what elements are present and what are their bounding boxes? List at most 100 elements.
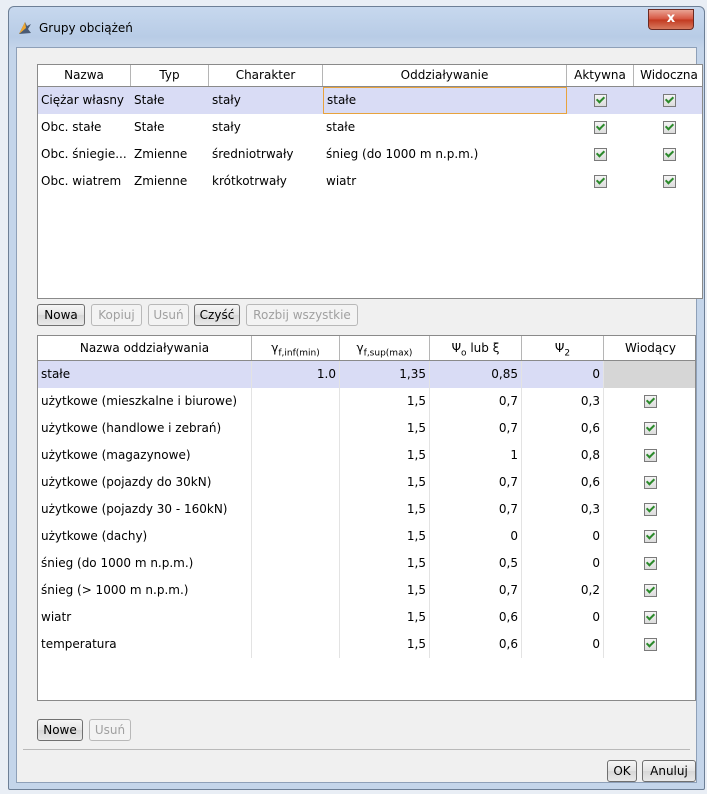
action-row[interactable]: wiatr 1,5 0,6 0 <box>38 604 695 631</box>
gamma-min-cell[interactable] <box>252 550 340 577</box>
gamma-min-cell[interactable] <box>252 442 340 469</box>
gamma-min-cell[interactable] <box>252 469 340 496</box>
lead-checkbox[interactable] <box>644 611 657 624</box>
action-name-cell[interactable]: użytkowe (pojazdy do 30kN) <box>38 469 252 496</box>
anuluj-button[interactable]: Anuluj <box>642 760 696 782</box>
visible-checkbox[interactable] <box>662 94 676 107</box>
lead-checkbox[interactable] <box>644 395 657 408</box>
gamma-min-cell[interactable] <box>252 388 340 415</box>
group-row[interactable]: Obc. wiatrem Zmienne krótkotrwały wiatr <box>38 168 702 195</box>
czysc-button[interactable]: Czyść <box>194 304 240 326</box>
group-row[interactable]: Obc. stałe Stałe stały stałe <box>38 114 702 141</box>
action-name-cell[interactable]: śnieg (do 1000 m n.p.m.) <box>38 550 252 577</box>
col-gamma-min[interactable]: γf,inf(min) <box>252 336 340 360</box>
group-name-cell[interactable]: Obc. śniegie... <box>38 141 131 168</box>
group-name-cell[interactable]: Obc. wiatrem <box>38 168 131 195</box>
lead-checkbox[interactable] <box>644 530 657 543</box>
nowa-button[interactable]: Nowa <box>37 304 85 326</box>
col-psi2[interactable]: Ψ2 <box>522 336 604 360</box>
psi2-cell[interactable]: 0 <box>522 523 604 550</box>
action-row[interactable]: użytkowe (pojazdy do 30kN) 1,5 0,7 0,6 <box>38 469 695 496</box>
title-bar[interactable]: Grupy obciążeń x <box>9 7 704 47</box>
active-checkbox[interactable] <box>594 175 607 188</box>
action-row[interactable]: użytkowe (handlowe i zebrań) 1,5 0,7 0,6 <box>38 415 695 442</box>
col-oddzialywanie[interactable]: Oddziaływanie <box>323 65 567 86</box>
gamma-max-cell[interactable]: 1,5 <box>340 550 430 577</box>
psi2-cell[interactable]: 0 <box>522 604 604 631</box>
action-name-cell[interactable]: użytkowe (dachy) <box>38 523 252 550</box>
gamma-min-cell[interactable] <box>252 631 340 658</box>
gamma-max-cell[interactable]: 1,35 <box>340 361 430 388</box>
psi0-cell[interactable]: 0,85 <box>430 361 522 388</box>
kopiuj-button[interactable]: Kopiuj <box>91 304 142 326</box>
visible-checkbox[interactable] <box>662 148 676 161</box>
group-action-cell[interactable]: wiatr <box>323 168 567 195</box>
action-name-cell[interactable]: temperatura <box>38 631 252 658</box>
group-name-cell[interactable]: Obc. stałe <box>38 114 131 141</box>
col-gamma-max[interactable]: γf,sup(max) <box>340 336 430 360</box>
action-row[interactable]: temperatura 1,5 0,6 0 <box>38 631 695 658</box>
nowe-button[interactable]: Nowe <box>37 719 83 741</box>
psi2-cell[interactable]: 0,3 <box>522 388 604 415</box>
visible-checkbox[interactable] <box>662 175 676 188</box>
psi2-cell[interactable]: 0 <box>522 550 604 577</box>
psi0-cell[interactable]: 0 <box>430 523 522 550</box>
active-checkbox[interactable] <box>594 94 607 107</box>
col-psi0[interactable]: Ψo lub ξ <box>430 336 522 360</box>
gamma-max-cell[interactable]: 1,5 <box>340 577 430 604</box>
action-name-cell[interactable]: użytkowe (handlowe i zebrań) <box>38 415 252 442</box>
col-charakter[interactable]: Charakter <box>209 65 323 86</box>
action-row[interactable]: śnieg (> 1000 m n.p.m.) 1,5 0,7 0,2 <box>38 577 695 604</box>
action-row[interactable]: użytkowe (pojazdy 30 - 160kN) 1,5 0,7 0,3 <box>38 496 695 523</box>
action-row[interactable]: użytkowe (dachy) 1,5 0 0 <box>38 523 695 550</box>
usun-group-button[interactable]: Usuń <box>148 304 189 326</box>
action-name-cell[interactable]: wiatr <box>38 604 252 631</box>
usun-action-button[interactable]: Usuń <box>89 719 131 741</box>
psi2-cell[interactable]: 0 <box>522 361 604 388</box>
gamma-max-cell[interactable]: 1,5 <box>340 469 430 496</box>
group-character-cell[interactable]: stały <box>209 114 323 141</box>
group-type-cell[interactable]: Stałe <box>131 114 209 141</box>
col-aktywna[interactable]: Aktywna <box>567 65 634 86</box>
lead-checkbox[interactable] <box>644 476 657 489</box>
action-name-cell[interactable]: stałe <box>38 361 252 388</box>
group-row[interactable]: Obc. śniegie... Zmienne średniotrwały śnieg… <box>38 141 702 168</box>
lead-checkbox[interactable] <box>644 449 657 462</box>
gamma-min-cell[interactable]: 1.0 <box>252 361 340 388</box>
close-button[interactable]: x <box>648 9 694 30</box>
group-action-cell[interactable]: stałe <box>323 87 567 114</box>
action-row[interactable]: użytkowe (magazynowe) 1,5 1 0,8 <box>38 442 695 469</box>
col-wiodacy[interactable]: Wiodący <box>604 336 695 360</box>
action-name-cell[interactable]: śnieg (> 1000 m n.p.m.) <box>38 577 252 604</box>
col-widoczna[interactable]: Widoczna <box>634 65 702 86</box>
psi2-cell[interactable]: 0,6 <box>522 415 604 442</box>
action-row[interactable]: użytkowe (mieszkalne i biurowe) 1,5 0,7 0,3 <box>38 388 695 415</box>
col-nazwa[interactable]: Nazwa <box>38 65 131 86</box>
psi0-cell[interactable]: 0,6 <box>430 631 522 658</box>
gamma-min-cell[interactable] <box>252 496 340 523</box>
psi0-cell[interactable]: 0,7 <box>430 496 522 523</box>
gamma-max-cell[interactable]: 1,5 <box>340 388 430 415</box>
psi0-cell[interactable]: 1 <box>430 442 522 469</box>
psi0-cell[interactable]: 0,5 <box>430 550 522 577</box>
group-type-cell[interactable]: Zmienne <box>131 141 209 168</box>
gamma-min-cell[interactable] <box>252 577 340 604</box>
group-character-cell[interactable]: krótkotrwały <box>209 168 323 195</box>
visible-checkbox[interactable] <box>662 121 676 134</box>
group-row[interactable]: Ciężar własny Stałe stały stałe <box>38 87 702 114</box>
rozbij-wszystkie-button[interactable]: Rozbij wszystkie <box>246 304 358 326</box>
lead-checkbox[interactable] <box>644 638 657 651</box>
active-checkbox[interactable] <box>594 148 607 161</box>
group-action-cell[interactable]: śnieg (do 1000 m n.p.m.) <box>323 141 567 168</box>
lead-checkbox[interactable] <box>644 422 657 435</box>
group-type-cell[interactable]: Zmienne <box>131 168 209 195</box>
psi2-cell[interactable]: 0,8 <box>522 442 604 469</box>
psi2-cell[interactable]: 0,3 <box>522 496 604 523</box>
group-type-cell[interactable]: Stałe <box>131 87 209 114</box>
gamma-max-cell[interactable]: 1,5 <box>340 523 430 550</box>
psi0-cell[interactable]: 0,7 <box>430 469 522 496</box>
lead-checkbox[interactable] <box>644 557 657 570</box>
group-name-cell[interactable]: Ciężar własny <box>38 87 131 114</box>
ok-button[interactable]: OK <box>607 760 637 782</box>
gamma-min-cell[interactable] <box>252 604 340 631</box>
